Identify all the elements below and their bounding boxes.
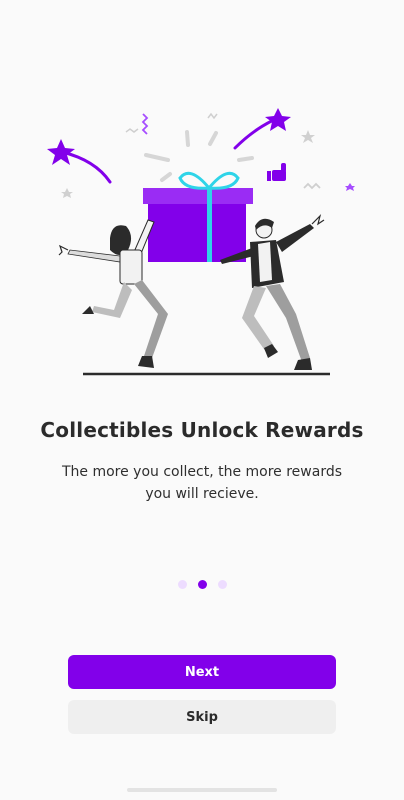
confetti-squiggle-icon bbox=[303, 182, 321, 190]
home-indicator bbox=[127, 788, 277, 792]
confetti-squiggle-icon bbox=[207, 112, 218, 120]
skip-button[interactable]: Skip bbox=[68, 700, 336, 734]
gift-celebration-illustration bbox=[47, 108, 355, 376]
onboarding-subtitle: The more you collect, the more rewards y… bbox=[61, 464, 343, 502]
burst-lines bbox=[144, 130, 254, 182]
shooting-star-right-icon bbox=[233, 108, 291, 150]
thumbs-up-icon bbox=[267, 163, 286, 181]
confetti-squiggle-icon bbox=[125, 128, 139, 133]
small-star-icon bbox=[61, 188, 73, 198]
next-button[interactable]: Next bbox=[68, 655, 336, 689]
confetti-squiggle-icon bbox=[141, 113, 149, 135]
page-indicator-dot-2[interactable] bbox=[197, 580, 207, 589]
page-indicator-dot-3[interactable] bbox=[217, 580, 227, 589]
page-indicator bbox=[0, 580, 404, 589]
onboarding-title: Collectibles Unlock Rewards bbox=[40, 418, 364, 442]
onboarding-screen: Collectibles Unlock Rewards The more you… bbox=[0, 0, 404, 800]
shooting-star-left-icon bbox=[47, 139, 112, 184]
small-star-icon bbox=[345, 183, 355, 191]
small-star-icon bbox=[301, 130, 315, 143]
gift-box-icon bbox=[143, 171, 253, 262]
page-indicator-dot-1[interactable] bbox=[177, 580, 187, 589]
